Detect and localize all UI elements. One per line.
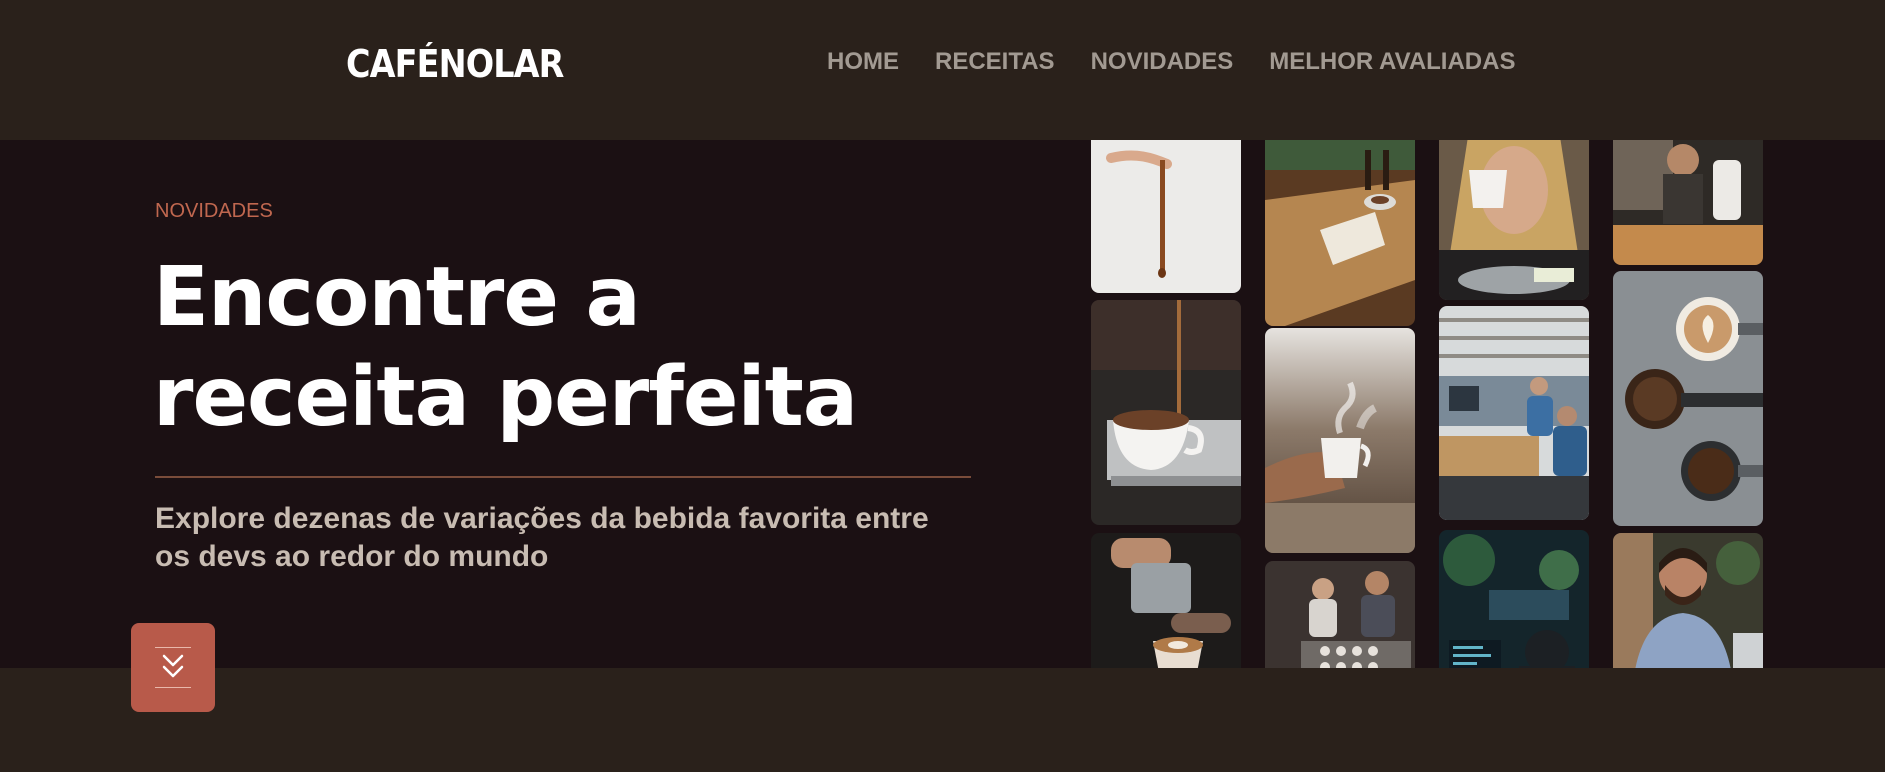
hero-title-line-2: receita perfeita [153, 350, 858, 445]
nav-item-receitas[interactable]: RECEITAS [935, 48, 1055, 76]
nav-item-novidades[interactable]: NOVIDADES [1091, 48, 1234, 76]
barista-photo [1613, 140, 1763, 265]
hero-subtitle-line-1: Explore dezenas de variações da bebida f… [155, 502, 929, 535]
office-meeting-photo [1439, 306, 1589, 520]
hero-eyebrow: NOVIDADES [155, 200, 273, 222]
hero-subtitle-line-2: os devs ao redor do mundo [155, 540, 549, 573]
scroll-down-button[interactable] [131, 623, 215, 712]
site-header: CAFÉNOLAR HOME RECEITAS NOVIDADES MELHOR… [0, 0, 1885, 140]
hero-divider [155, 476, 971, 478]
coffee-pour-photo [1091, 140, 1241, 293]
hero-title-line-1: Encontre a [153, 250, 641, 345]
hero-section: NOVIDADES Encontre a receita perfeita Ex… [0, 140, 1885, 668]
smiling-man-photo [1613, 533, 1763, 668]
nav-item-melhor-avaliadas[interactable]: MELHOR AVALIADAS [1269, 48, 1515, 76]
button-top-rule [155, 647, 191, 648]
developer-screens-photo [1439, 530, 1589, 668]
woman-drinking-coffee-photo [1439, 140, 1589, 300]
coffee-table-photo [1265, 140, 1415, 326]
espresso-cup-photo [1091, 300, 1241, 525]
button-bottom-rule [155, 687, 191, 688]
hero-title: Encontre a receita perfeita [153, 248, 858, 448]
brand-logo[interactable]: CAFÉNOLAR [346, 42, 564, 86]
nav-item-home[interactable]: HOME [827, 48, 899, 76]
latte-art-photo [1613, 271, 1763, 526]
main-nav: HOME RECEITAS NOVIDADES MELHOR AVALIADAS [827, 48, 1515, 76]
chevrons-down-icon [162, 654, 184, 678]
steaming-mug-photo [1265, 328, 1415, 553]
latte-pour-photo [1091, 533, 1241, 668]
coffee-workshop-photo [1265, 561, 1415, 668]
hero-subtitle: Explore dezenas de variações da bebida f… [155, 500, 985, 576]
